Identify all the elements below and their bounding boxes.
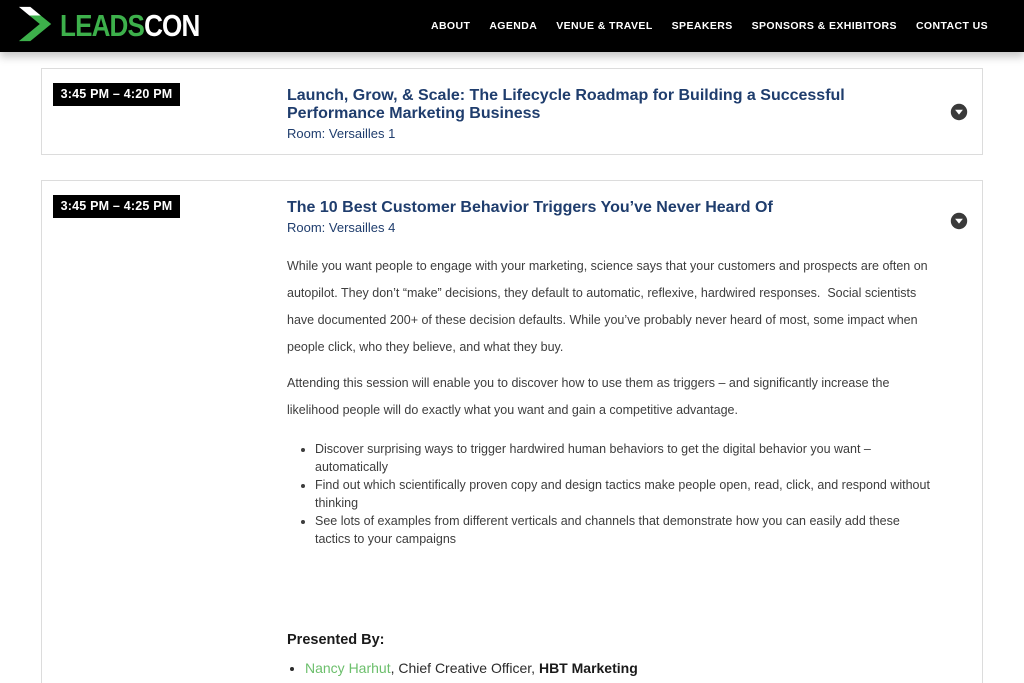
leadscon-logo[interactable]: LEADSCON — [18, 5, 226, 48]
presented-by-label: Presented By: — [287, 632, 934, 648]
takeaway-item: See lots of examples from different vert… — [315, 512, 934, 548]
presenter-item: Nancy Harhut, Chief Creative Officer, HB… — [305, 659, 934, 677]
session-title: The 10 Best Customer Behavior Triggers Y… — [287, 199, 847, 217]
site-header: LEADSCON ABOUT AGENDA VENUE & TRAVEL SPE… — [0, 0, 1024, 52]
chevron-down-circle-icon — [950, 109, 968, 124]
nav-item-sponsors-exhibitors[interactable]: SPONSORS & EXHIBITORS — [752, 20, 897, 32]
description-paragraph: While you want people to engage with you… — [287, 253, 934, 361]
presenter-name-link[interactable]: Nancy Harhut — [305, 660, 391, 676]
presented-by-section: Presented By: Nancy Harhut, Chief Creati… — [287, 632, 934, 677]
presenter-role: , Chief Creative Officer, — [391, 660, 539, 676]
session-takeaways-list: Discover surprising ways to trigger hard… — [315, 440, 934, 548]
session-time-badge: 3:45 PM – 4:20 PM — [53, 83, 180, 106]
logo-leads-text: LEADS — [60, 8, 144, 43]
double-chevron-arrow-icon — [18, 5, 54, 48]
presenter-company: HBT Marketing — [539, 660, 638, 676]
session-summary: Launch, Grow, & Scale: The Lifecycle Roa… — [287, 81, 934, 142]
nav-item-contact-us[interactable]: CONTACT US — [916, 20, 988, 32]
session-title: Launch, Grow, & Scale: The Lifecycle Roa… — [287, 87, 847, 123]
session-time-column: 3:45 PM – 4:25 PM — [53, 193, 287, 681]
session-room: Room: Versailles 4 — [287, 220, 934, 236]
chevron-down-circle-icon — [950, 218, 968, 233]
session-time-badge: 3:45 PM – 4:25 PM — [53, 195, 180, 218]
takeaway-item: Discover surprising ways to trigger hard… — [315, 440, 934, 476]
presenter-list: Nancy Harhut, Chief Creative Officer, HB… — [305, 659, 934, 677]
logo-con-text: CON — [144, 8, 199, 43]
main-nav: ABOUT AGENDA VENUE & TRAVEL SPEAKERS SPO… — [431, 20, 988, 32]
session-room: Room: Versailles 1 — [287, 126, 934, 142]
nav-item-agenda[interactable]: AGENDA — [489, 20, 537, 32]
logo-wordmark: LEADSCON — [60, 8, 199, 44]
session-description: While you want people to engage with you… — [287, 253, 934, 548]
collapse-session-button[interactable] — [950, 212, 968, 230]
takeaway-item: Find out which scientifically proven cop… — [315, 476, 934, 512]
session-summary: The 10 Best Customer Behavior Triggers Y… — [287, 193, 934, 681]
expand-session-button[interactable] — [950, 103, 968, 121]
session-time-column: 3:45 PM – 4:20 PM — [53, 81, 287, 142]
agenda-session-list: 3:45 PM – 4:20 PM Launch, Grow, & Scale:… — [0, 52, 1024, 683]
session-card: 3:45 PM – 4:25 PM The 10 Best Customer B… — [41, 180, 983, 683]
nav-item-about[interactable]: ABOUT — [431, 20, 470, 32]
nav-item-venue-travel[interactable]: VENUE & TRAVEL — [556, 20, 652, 32]
nav-item-speakers[interactable]: SPEAKERS — [672, 20, 733, 32]
session-card: 3:45 PM – 4:20 PM Launch, Grow, & Scale:… — [41, 68, 983, 155]
description-paragraph: Attending this session will enable you t… — [287, 370, 934, 424]
